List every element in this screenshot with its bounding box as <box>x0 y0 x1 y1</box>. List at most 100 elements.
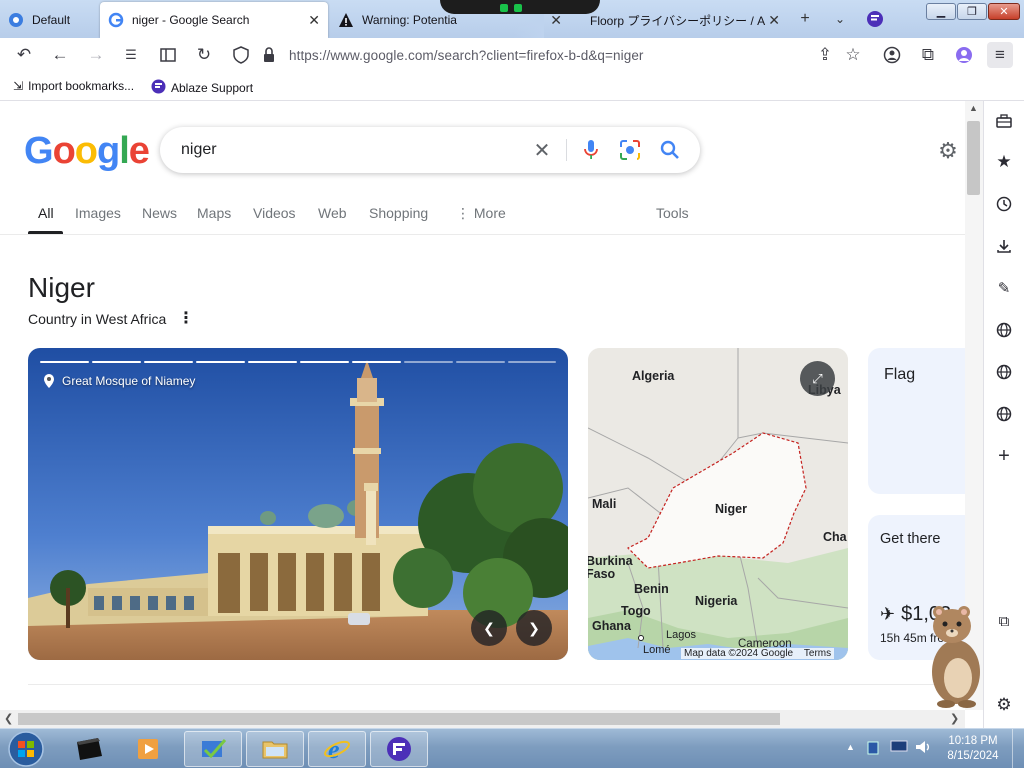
carousel-next-button[interactable]: ❯ <box>516 610 552 646</box>
app-menu-icon[interactable]: ≡ <box>987 42 1013 68</box>
map-card[interactable]: Algeria Libya Mali Niger Cha Burkina Fas… <box>588 348 848 660</box>
lens-search-icon[interactable] <box>618 138 642 162</box>
carousel-prev-button[interactable]: ❮ <box>471 610 507 646</box>
tab-news[interactable]: News <box>142 205 177 221</box>
tab-maps[interactable]: Maps <box>197 205 231 221</box>
tab-floorp-privacy[interactable]: Floorp プライバシーポリシー / A ✕ <box>572 2 788 38</box>
search-submit-icon[interactable] <box>658 138 682 162</box>
sidebar-settings-gear-icon[interactable]: ⚙ <box>992 693 1016 717</box>
taskbar-app-explorer[interactable] <box>246 731 304 767</box>
close-tab-icon[interactable]: ✕ <box>308 12 320 29</box>
tab-label: Warning: Potentia <box>362 13 457 27</box>
photo-caption[interactable]: Great Mosque of Niamey <box>42 373 195 389</box>
floorp-menu-button[interactable] <box>862 6 888 32</box>
bookmark-star-icon[interactable]: ☆ <box>840 42 866 68</box>
bookmark-ablaze-support[interactable]: Ablaze Support <box>151 79 253 97</box>
voice-search-icon[interactable] <box>579 138 603 162</box>
search-input[interactable]: niger <box>181 141 217 159</box>
indicator-light <box>514 4 522 12</box>
reload-icon[interactable]: ↻ <box>191 42 217 68</box>
undo-close-tab-icon[interactable]: ↶ <box>11 42 37 68</box>
taskbar-app-internet-explorer[interactable]: e <box>308 731 366 767</box>
new-tab-button[interactable]: + <box>792 6 818 32</box>
sidebar-toolbox-icon[interactable] <box>992 109 1016 133</box>
carousel-progress-segment <box>456 361 505 363</box>
bookmark-import[interactable]: ⇲ Import bookmarks... <box>13 79 134 93</box>
settings-gear-icon[interactable]: ⚙ <box>936 139 960 163</box>
tree-tabs-icon[interactable]: ☰ <box>118 42 144 68</box>
tray-volume-icon[interactable] <box>914 739 932 760</box>
sidebar-bookmarks-star-icon[interactable]: ★ <box>992 150 1016 174</box>
start-button[interactable] <box>0 731 52 767</box>
carousel-progress-segment <box>508 361 556 363</box>
window-notch <box>440 0 600 14</box>
clear-search-icon[interactable]: ✕ <box>530 138 554 162</box>
account-icon[interactable] <box>879 42 905 68</box>
map-label-chad: Cha <box>823 530 847 544</box>
close-tab-icon[interactable]: ✕ <box>768 12 780 29</box>
taskbar-app-checker[interactable] <box>184 731 242 767</box>
tray-display-icon[interactable] <box>890 740 908 759</box>
close-tab-icon[interactable]: ✕ <box>550 12 562 29</box>
google-favicon-icon <box>108 12 124 28</box>
sidebar-notes-pen-icon[interactable]: ✎ <box>992 276 1016 300</box>
sidebar-add-panel-icon[interactable]: + <box>992 444 1016 468</box>
more-options-icon[interactable]: ⋮ <box>178 308 194 328</box>
google-logo[interactable]: Google <box>24 130 150 173</box>
maximize-window-button[interactable]: ❐ <box>957 3 987 20</box>
map-terms-link[interactable]: Terms <box>804 648 831 659</box>
tab-default[interactable]: Default <box>0 2 98 38</box>
tab-all[interactable]: All <box>38 205 54 221</box>
sidebar-web-panel-globe-icon[interactable] <box>992 402 1016 426</box>
show-desktop-button[interactable] <box>1012 729 1024 769</box>
sidebar-downloads-icon[interactable] <box>992 234 1016 258</box>
tab-more[interactable]: ⋮ More <box>456 205 506 222</box>
tab-google-search[interactable]: niger - Google Search ✕ <box>100 2 328 38</box>
extensions-icon[interactable]: ⧉ <box>915 42 941 68</box>
tab-images[interactable]: Images <box>75 205 121 221</box>
black-box-icon <box>77 738 102 760</box>
system-clock[interactable]: 10:18 PM 8/15/2024 <box>940 734 1006 764</box>
url-bar[interactable]: https://www.google.com/search?client=fir… <box>226 41 871 69</box>
tab-videos[interactable]: Videos <box>253 205 296 221</box>
tab-web[interactable]: Web <box>318 205 347 221</box>
vertical-scroll-thumb[interactable] <box>967 121 980 195</box>
scroll-up-arrow-icon[interactable]: ▲ <box>969 103 978 113</box>
lock-icon[interactable] <box>262 46 276 69</box>
horizontal-scroll-thumb[interactable] <box>18 713 780 725</box>
back-icon[interactable]: ← <box>47 42 73 68</box>
tracking-protection-shield-icon[interactable] <box>232 45 250 70</box>
taskbar-app-media-player[interactable] <box>120 731 178 767</box>
show-hidden-tray-icon[interactable]: ▲ <box>846 742 855 752</box>
tab-tools[interactable]: Tools <box>656 205 689 221</box>
photo-carousel-card[interactable]: Great Mosque of Niamey ❮ ❯ <box>28 348 568 660</box>
knowledge-panel-title: Niger <box>28 272 95 303</box>
horizontal-scrollbar[interactable]: ❮ ❯ <box>0 710 965 728</box>
carousel-progress-segment <box>404 361 453 363</box>
location-pin-icon <box>44 374 54 388</box>
taskbar-app-terminal[interactable] <box>60 731 118 767</box>
tray-network-icon[interactable] <box>866 739 882 762</box>
sidebar-extensions-icon[interactable]: ⧉ <box>992 609 1016 633</box>
search-box[interactable]: niger ✕ <box>160 127 700 173</box>
sidebar-web-panel-globe-icon[interactable] <box>992 318 1016 342</box>
tab-shopping[interactable]: Shopping <box>369 205 428 221</box>
sidebar-history-clock-icon[interactable] <box>992 192 1016 216</box>
share-icon[interactable]: ⇪ <box>812 42 838 68</box>
close-window-button[interactable]: ✕ <box>988 3 1020 20</box>
forward-icon[interactable]: → <box>83 42 109 68</box>
scroll-right-arrow-icon[interactable]: ❯ <box>950 712 959 725</box>
map-label-togo: Togo <box>621 604 651 618</box>
floorp-icon <box>387 737 411 761</box>
minimize-window-button[interactable]: ▁ <box>926 3 956 20</box>
taskbar-app-floorp[interactable] <box>370 731 428 767</box>
expand-map-icon[interactable]: ⤢ <box>800 361 835 396</box>
map-label-benin: Benin <box>634 582 669 596</box>
sidebar-web-panel-globe-icon[interactable] <box>992 360 1016 384</box>
sidebar-toggle-icon[interactable] <box>155 42 181 68</box>
scroll-left-arrow-icon[interactable]: ❮ <box>4 712 13 725</box>
profile-avatar-icon[interactable] <box>951 42 977 68</box>
list-all-tabs-button[interactable]: ⌄ <box>827 6 853 32</box>
indicator-light <box>500 4 508 12</box>
tab-label: Floorp プライバシーポリシー / A <box>590 13 766 28</box>
